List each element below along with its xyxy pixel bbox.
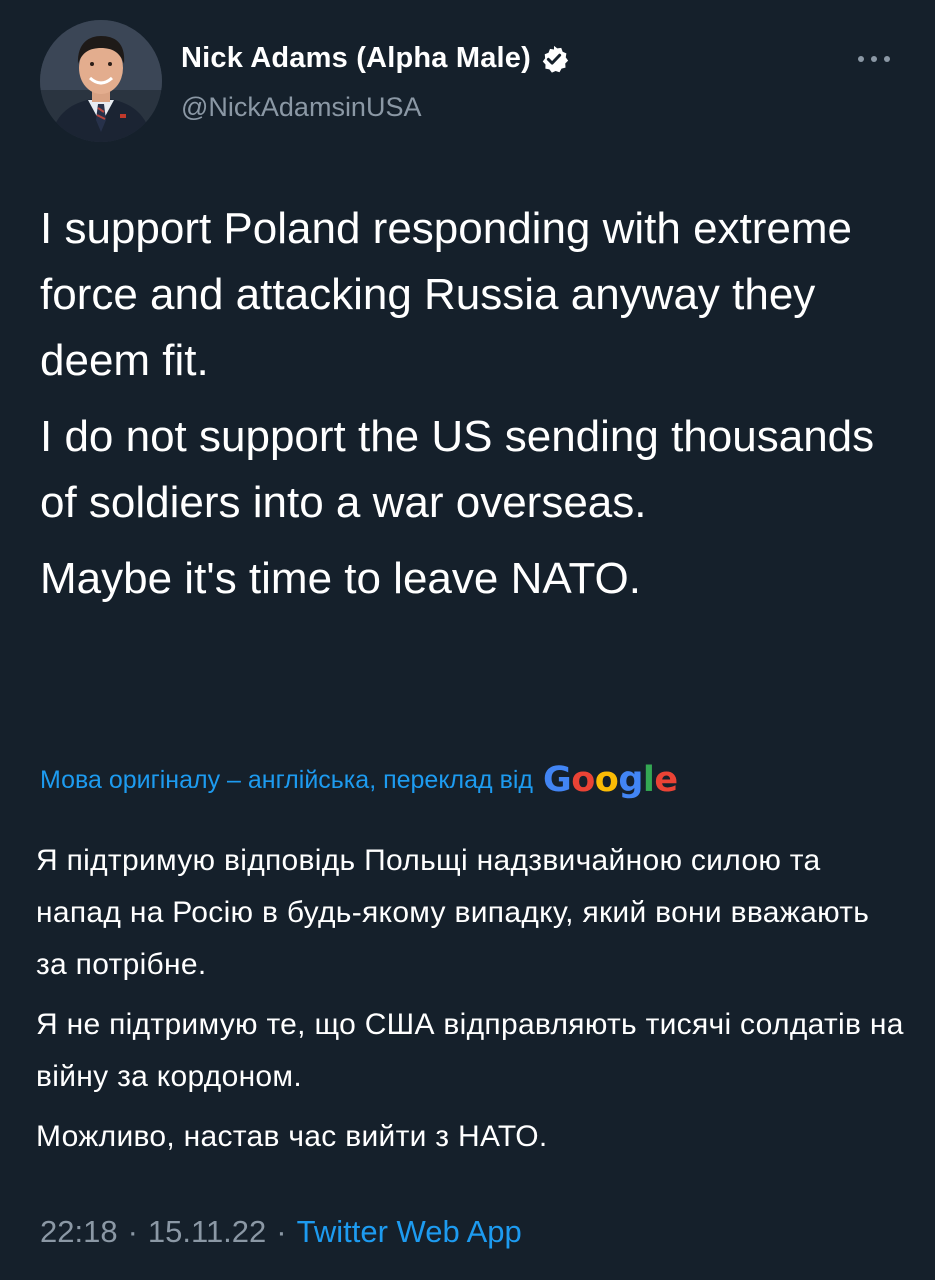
tweet-detail: Nick Adams (Alpha Male) @NickAdamsinUSA …	[0, 0, 935, 1280]
tweet-paragraph: I do not support the US sending thousand…	[40, 412, 875, 527]
more-options-icon[interactable]	[855, 44, 893, 74]
tweet-header: Nick Adams (Alpha Male) @NickAdamsinUSA	[40, 20, 895, 144]
translated-paragraph: Я не підтримую те, що США відправляють т…	[36, 1008, 904, 1093]
avatar[interactable]	[40, 20, 162, 142]
tweet-metadata: 22:18 · 15.11.22 · Twitter Web App	[40, 1214, 522, 1250]
verified-badge-icon	[542, 45, 569, 73]
tweet-source-link[interactable]: Twitter Web App	[297, 1214, 522, 1250]
meta-separator: ·	[127, 1214, 138, 1249]
tweet-text: I support Poland responding with extreme…	[40, 196, 900, 622]
translated-paragraph: Можливо, настав час вийти з НАТО.	[36, 1120, 548, 1153]
tweet-paragraph: I support Poland responding with extreme…	[40, 204, 853, 385]
tweet-paragraph: Maybe it's time to leave NATO.	[40, 554, 641, 603]
author-name-row[interactable]: Nick Adams (Alpha Male)	[181, 42, 569, 75]
translated-text: Я підтримую відповідь Польщі надзвичайно…	[36, 835, 906, 1171]
meta-separator: ·	[276, 1214, 287, 1249]
translation-attribution[interactable]: Мова оригіналу – англійська, переклад ві…	[40, 756, 678, 804]
translated-paragraph: Я підтримую відповідь Польщі надзвичайно…	[36, 844, 870, 981]
translation-note-text[interactable]: Мова оригіналу – англійська, переклад ві…	[40, 766, 533, 795]
google-logo: Google	[543, 760, 678, 800]
author-display-name[interactable]: Nick Adams (Alpha Male)	[181, 42, 531, 75]
tweet-time[interactable]: 22:18	[40, 1214, 118, 1250]
author-handle[interactable]: @NickAdamsinUSA	[181, 92, 421, 123]
profile-photo-icon	[40, 20, 162, 142]
tweet-date[interactable]: 15.11.22	[148, 1214, 266, 1250]
